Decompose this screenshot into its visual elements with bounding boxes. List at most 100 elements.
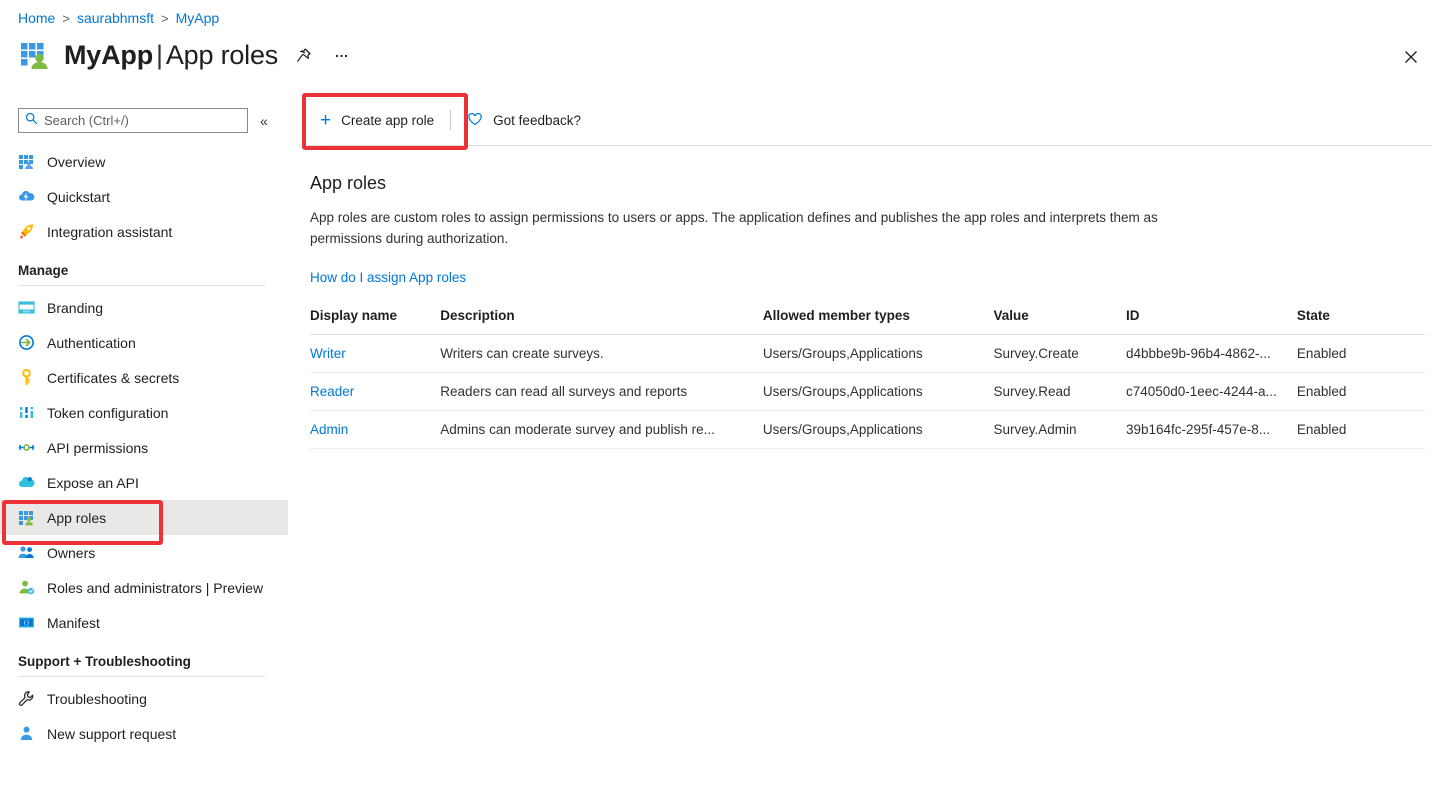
sidebar-item-api-permissions[interactable]: API permissions — [0, 430, 300, 465]
cell-value: Survey.Create — [994, 334, 1126, 372]
sidebar-divider — [18, 676, 265, 677]
sidebar-item-token-configuration[interactable]: Token configuration — [0, 395, 300, 430]
app-registration-icon — [18, 38, 52, 72]
breadcrumb-separator: > — [161, 11, 169, 26]
column-header-display-name: Display name — [310, 308, 440, 335]
double-chevron-left-icon[interactable]: « — [260, 114, 268, 128]
table-row[interactable]: Writer Writers can create surveys. Users… — [310, 334, 1425, 372]
sidebar-item-label: New support request — [47, 726, 176, 742]
code-braces-icon: {} — [18, 614, 35, 631]
sidebar-item-expose-an-api[interactable]: Expose an API — [0, 465, 300, 500]
grid-icon — [18, 153, 35, 170]
cell-display-name[interactable]: Admin — [310, 410, 440, 448]
breadcrumb-separator: > — [62, 11, 70, 26]
command-bar: + Create app role Got feedback? — [300, 94, 1446, 146]
sidebar-item-label: Troubleshooting — [47, 691, 147, 707]
cell-value: Survey.Admin — [994, 410, 1126, 448]
browser-www-icon: www — [18, 299, 35, 316]
key-icon — [18, 369, 35, 386]
sidebar-item-integration-assistant[interactable]: Integration assistant — [0, 214, 300, 249]
cell-display-name[interactable]: Reader — [310, 372, 440, 410]
app-role-link[interactable]: Writer — [310, 346, 346, 361]
page-title-row: MyApp|App roles — [18, 38, 354, 72]
page-title: MyApp|App roles — [64, 40, 278, 71]
users-icon — [18, 544, 35, 561]
section-title: App roles — [310, 173, 1446, 194]
sidebar-item-label: Integration assistant — [47, 224, 172, 240]
sidebar-section-manage: Manage — [0, 249, 300, 278]
sidebar-item-app-roles[interactable]: App roles — [0, 500, 288, 535]
cell-id: c74050d0-1eec-4244-a... — [1126, 372, 1297, 410]
svg-text:www: www — [23, 309, 31, 313]
table-row[interactable]: Reader Readers can read all surveys and … — [310, 372, 1425, 410]
breadcrumb: Home > saurabhmsft > MyApp — [18, 10, 219, 26]
plus-icon: + — [320, 111, 331, 130]
sidebar-item-manifest[interactable]: {} Manifest — [0, 605, 300, 640]
breadcrumb-item-app[interactable]: MyApp — [176, 10, 220, 26]
page-title-page: App roles — [166, 40, 278, 70]
cell-allowed-member-types: Users/Groups,Applications — [763, 334, 994, 372]
cell-description: Admins can moderate survey and publish r… — [440, 410, 763, 448]
wrench-icon — [18, 690, 35, 707]
sidebar-item-label: Certificates & secrets — [47, 370, 179, 386]
close-icon[interactable] — [1398, 44, 1424, 70]
table-row[interactable]: Admin Admins can moderate survey and pub… — [310, 410, 1425, 448]
got-feedback-button[interactable]: Got feedback? — [455, 104, 593, 136]
section-description: App roles are custom roles to assign per… — [310, 208, 1190, 250]
page-title-divider: | — [156, 40, 163, 70]
cell-display-name[interactable]: Writer — [310, 334, 440, 372]
bars-icon — [18, 404, 35, 421]
cell-state: Enabled — [1297, 334, 1425, 372]
main-content: + Create app role Got feedback? App role… — [300, 94, 1446, 795]
heart-icon — [467, 111, 483, 130]
sidebar-item-label: Owners — [47, 545, 95, 561]
column-header-description: Description — [440, 308, 763, 335]
cell-state: Enabled — [1297, 372, 1425, 410]
got-feedback-label: Got feedback? — [493, 113, 581, 128]
sidebar-item-label: Overview — [47, 154, 105, 170]
search-box[interactable] — [18, 108, 248, 133]
rocket-icon — [18, 223, 35, 240]
arrow-in-circle-icon — [18, 334, 35, 351]
app-role-link[interactable]: Reader — [310, 384, 354, 399]
sidebar-item-label: Roles and administrators | Preview — [47, 580, 263, 596]
sidebar-item-overview[interactable]: Overview — [0, 144, 300, 179]
sidebar-item-troubleshooting[interactable]: Troubleshooting — [0, 681, 300, 716]
ellipsis-icon[interactable] — [328, 42, 354, 68]
column-header-allowed-member-types: Allowed member types — [763, 308, 994, 335]
user-badge-icon — [18, 579, 35, 596]
how-do-i-assign-app-roles-link[interactable]: How do I assign App roles — [310, 270, 466, 285]
cell-allowed-member-types: Users/Groups,Applications — [763, 372, 994, 410]
sidebar-item-quickstart[interactable]: Quickstart — [0, 179, 300, 214]
svg-text:{}: {} — [23, 621, 30, 627]
sidebar-item-owners[interactable]: Owners — [0, 535, 300, 570]
sidebar-divider — [18, 285, 265, 286]
sidebar-search-row: « — [18, 108, 268, 133]
breadcrumb-item-tenant[interactable]: saurabhmsft — [77, 10, 154, 26]
sidebar-nav-list: Overview Quickstart Integration assi — [0, 144, 300, 751]
sidebar-item-label: Expose an API — [47, 475, 139, 491]
plug-icon — [18, 439, 35, 456]
person-icon — [18, 725, 35, 742]
cell-id: d4bbbe9b-96b4-4862-... — [1126, 334, 1297, 372]
cell-description: Readers can read all surveys and reports — [440, 372, 763, 410]
sidebar-item-label: Branding — [47, 300, 103, 316]
cloud-lightning-icon — [18, 188, 35, 205]
sidebar-item-branding[interactable]: www Branding — [0, 290, 300, 325]
column-header-value: Value — [994, 308, 1126, 335]
pin-icon[interactable] — [290, 42, 316, 68]
create-app-role-button[interactable]: + Create app role — [308, 104, 446, 136]
sidebar-item-new-support-request[interactable]: New support request — [0, 716, 300, 751]
sidebar-item-authentication[interactable]: Authentication — [0, 325, 300, 360]
breadcrumb-item-home[interactable]: Home — [18, 10, 55, 26]
sidebar-item-certificates-secrets[interactable]: Certificates & secrets — [0, 360, 300, 395]
create-app-role-label: Create app role — [341, 113, 434, 128]
cell-allowed-member-types: Users/Groups,Applications — [763, 410, 994, 448]
search-input[interactable] — [44, 113, 241, 128]
column-header-state: State — [1297, 308, 1425, 335]
app-role-link[interactable]: Admin — [310, 422, 348, 437]
cell-state: Enabled — [1297, 410, 1425, 448]
sidebar-item-label: API permissions — [47, 440, 148, 456]
cell-id: 39b164fc-295f-457e-8... — [1126, 410, 1297, 448]
sidebar-item-roles-and-administrators[interactable]: Roles and administrators | Preview — [0, 570, 300, 605]
